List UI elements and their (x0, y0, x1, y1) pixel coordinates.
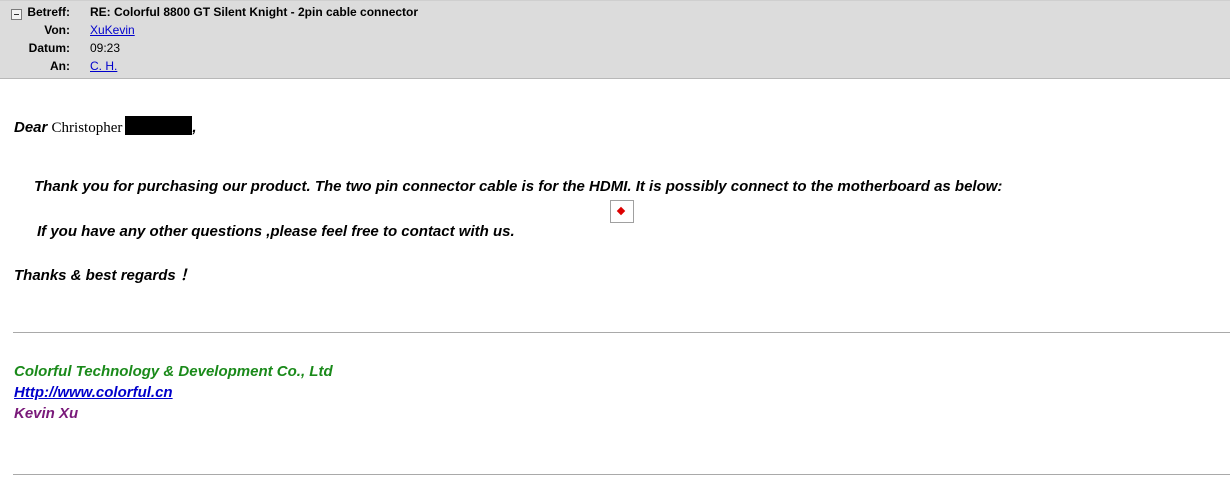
paragraph-thanks: Thank you for purchasing our product. Th… (34, 178, 1003, 195)
signature-name: Kevin Xu (14, 405, 79, 422)
signature-website-link[interactable]: Http://www.colorful.cn (14, 384, 173, 401)
salutation-comma: , (192, 119, 197, 136)
salutation-word: Dear (14, 119, 48, 136)
message-header: Betreff: RE: Colorful 8800 GT Silent Kni… (0, 0, 1230, 79)
salutation: Dear Christopher, (14, 116, 197, 137)
date-label: Datum: (28, 41, 70, 55)
to-link[interactable]: C. H. (90, 58, 117, 74)
closing: Thanks & best regards ！ (14, 267, 195, 284)
paragraph-questions: If you have any other questions ,please … (37, 223, 515, 240)
salutation-name: Christopher (51, 120, 123, 136)
from-label: Von: (44, 23, 70, 37)
signature-company: Colorful Technology & Development Co., L… (14, 363, 333, 380)
broken-image-icon[interactable] (610, 200, 634, 223)
divider-top (13, 332, 1230, 333)
to-label: An: (50, 59, 70, 73)
date-value: 09:23 (90, 41, 121, 55)
redaction-box (125, 116, 193, 135)
from-link[interactable]: XuKevin (90, 22, 135, 38)
subject-label: Betreff: (27, 5, 70, 19)
divider-bottom (13, 474, 1230, 475)
subject-value: RE: Colorful 8800 GT Silent Knight - 2pi… (90, 5, 419, 19)
